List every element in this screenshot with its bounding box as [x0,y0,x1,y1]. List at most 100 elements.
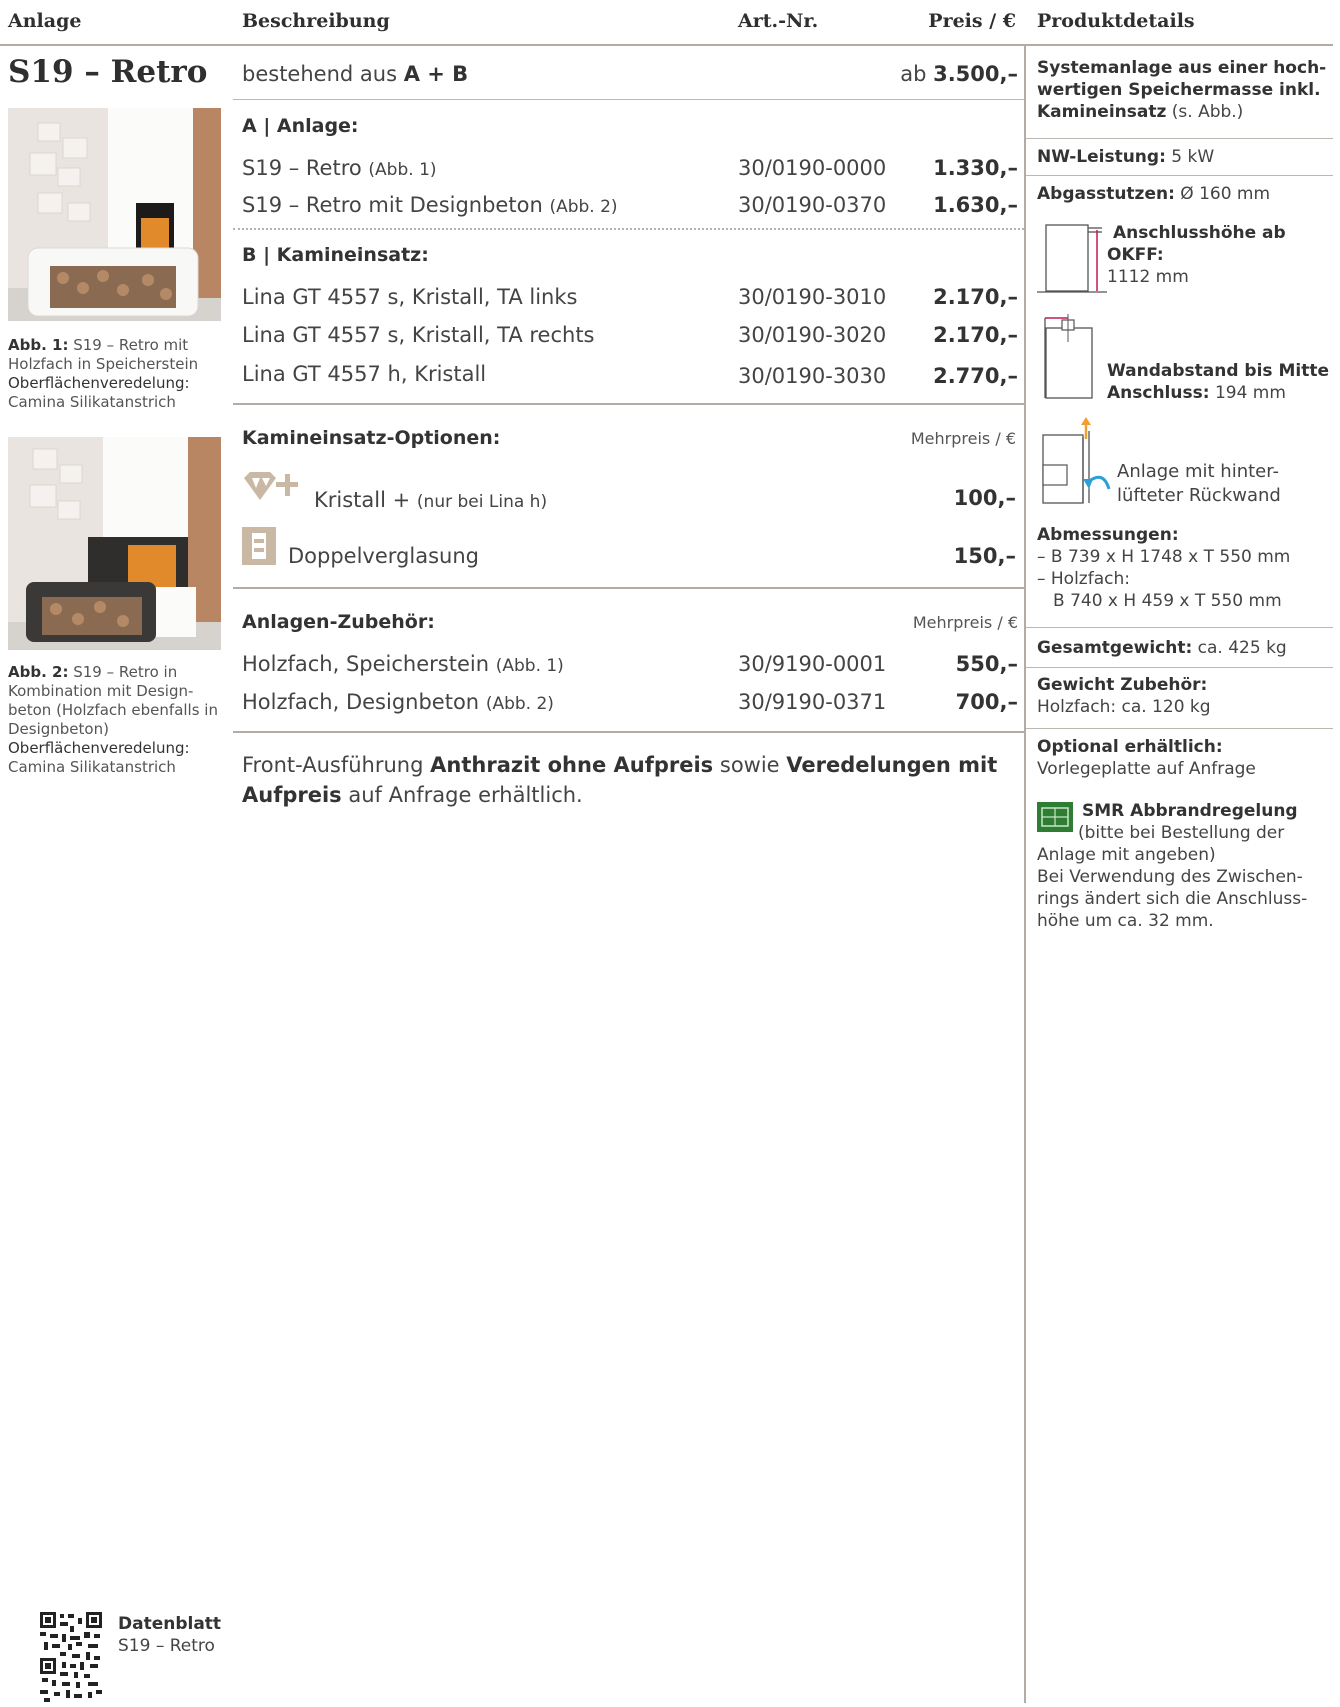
abm-label: Abmessungen: [1037,525,1179,545]
details-optional: Optional erhältlich: Vorlegeplatte auf A… [1037,736,1337,780]
consists-of: bestehend aus A + B [242,62,468,86]
row-b3-price: 2.770,– [933,364,1018,388]
datasheet-label: Datenblatt [118,1614,222,1634]
row-a2-note: (Abb. 2) [549,197,618,217]
row-a1-art: 30/0190-0000 [738,156,887,180]
row-a2-desc: S19 – Retro mit Designbeton (Abb. 2) [242,193,618,217]
zub-value: Holzfach: ca. 120 kg [1037,697,1211,717]
acc-row1-desc: Holzfach, Speicherstein (Abb. 1) [242,652,564,676]
total-price: ab 3.500,– [850,62,1018,86]
caption2-text2: Camina Silikatanstrich [8,758,176,776]
section-b-title: B | Kamineinsatz: [242,244,429,266]
product-photo-2 [8,437,221,650]
connection-height-icon [1037,218,1107,298]
gew-label: Gesamtgewicht: [1037,638,1193,658]
nw-value: 5 kW [1171,147,1215,167]
details-rule [1026,175,1333,176]
details-smr: SMR Abbrandregelung (bitte bei Bestellun… [1037,800,1337,932]
row-a1-price: 1.330,– [933,156,1018,180]
row-b1-price: 2.170,– [933,285,1018,309]
smr-label: SMR Abbrandregelung [1082,801,1298,821]
smr-line1: (bitte bei Bestellung der [1078,823,1285,843]
option-doppel-desc: Doppelverglasung [288,544,479,568]
footnote-t3: auf Anfrage erhältlich. [348,783,583,807]
accessories-mehrpreis: Mehrpreis / € [912,613,1018,632]
product-title: S19 – Retro [8,54,208,90]
acc-row2-price: 700,– [955,690,1018,714]
anschluss-label: Anschlusshöhe ab OKFF: [1107,223,1286,265]
caption2-label2: Oberflächenveredelung: [8,739,190,757]
footnote: Front-Ausführung Anthrazit ohne Aufpreis… [242,750,1022,810]
options-title: Kamineinsatz-Optionen: [242,427,501,449]
qr-code[interactable] [40,1612,102,1703]
smr-line2: Anlage mit angeben) [1037,845,1216,865]
wall-distance-icon [1037,312,1107,402]
caption2-label: Abb. 2: [8,663,69,681]
row-a1-note: (Abb. 1) [368,160,437,180]
options-mehrpreis: Mehrpreis / € [910,429,1016,448]
ventilated-wall-icon [1037,417,1117,507]
caption-abb2: Abb. 2: S19 – Retro in Kombination mit D… [8,663,222,777]
details-rule [1026,667,1333,668]
acc-row2-art: 30/9190-0371 [738,690,887,714]
acc-row2-text: Holzfach, Designbeton [242,690,480,714]
details-intro-bold3: Kamineinsatz [1037,102,1167,122]
row-a2-art: 30/0190-0370 [738,193,887,217]
wall-distance-info: Wandabstand bis Mitte Anschluss: 194 mm [1107,360,1337,404]
caption1-text2: Camina Silikatanstrich [8,393,176,411]
datasheet-name: S19 – Retro [118,1636,215,1656]
details-intro-bold1: Systemanlage aus einer hoch- [1037,58,1327,78]
header-rule [0,44,1333,46]
wand-value: 194 mm [1214,383,1286,403]
row-b1-desc: Lina GT 4557 s, Kristall, TA links [242,285,578,309]
option-doppel-price: 150,– [953,544,1016,568]
row-a2-text: S19 – Retro mit Designbeton [242,193,543,217]
datasheet-info: Datenblatt S19 – Retro [118,1613,221,1657]
zw-line3: höhe um ca. 32 mm. [1037,911,1214,931]
footnote-t2: sowie [719,753,780,777]
option-kristall-desc: Kristall + (nur bei Lina h) [314,488,547,512]
details-intro-text: (s. Abb.) [1171,102,1244,122]
price-total-value: 3.500,– [933,62,1018,86]
diamond-plus-icon [242,470,298,506]
abm-line3: B 740 x H 459 x T 550 mm [1053,591,1282,611]
dimensions: Abmessungen: – B 739 x H 1748 x T 550 mm… [1037,524,1337,612]
price-prefix: ab [900,62,927,86]
acc-row1-art: 30/9190-0001 [738,652,887,676]
row-a1-desc: S19 – Retro (Abb. 1) [242,156,437,180]
product-photo-1 [8,108,221,321]
acc-row1-note: (Abb. 1) [495,656,564,676]
caption1-label2: Oberflächenveredelung: [8,374,190,392]
consists-prefix: bestehend aus [242,62,398,86]
row-a2-price: 1.630,– [933,193,1018,217]
anschluss-info: Anschlusshöhe ab OKFF: 1112 mm [1107,222,1337,288]
details-abgas: Abgasstutzen: Ø 160 mm [1037,183,1270,205]
acc-row2-note: (Abb. 2) [485,694,554,714]
option-kristall-text: Kristall + [314,488,411,512]
dotted-separator [233,228,1024,230]
details-rule [1026,728,1333,729]
header-produktdetails: Produktdetails [1037,10,1195,32]
double-glazing-icon [242,527,276,565]
gew-value: ca. 425 kg [1197,638,1287,658]
acc-row1-text: Holzfach, Speicherstein [242,652,490,676]
acc-row2-desc: Holzfach, Designbeton (Abb. 2) [242,690,554,714]
zub-label: Gewicht Zubehör: [1037,675,1208,695]
nw-label: NW-Leistung: [1037,147,1166,167]
footnote-t1: Front-Ausführung [242,753,424,777]
details-nw: NW-Leistung: 5 kW [1037,146,1214,168]
details-rule [1026,627,1333,628]
header-preis: Preis / € [928,10,1016,32]
row-b2-art: 30/0190-3020 [738,323,887,347]
consists-bold: A + B [403,62,469,86]
row-b2-desc: Lina GT 4557 s, Kristall, TA rechts [242,323,595,347]
ventilated-info: Anlage mit hinter- lüfteter Rückwand [1117,460,1337,508]
zw-line2: rings ändert sich die Anschluss- [1037,889,1308,909]
hinter-line2: lüfteter Rückwand [1117,485,1281,506]
caption1-label: Abb. 1: [8,336,69,354]
section-rule [233,731,1024,733]
opt-value: Vorlegeplatte auf Anfrage [1037,759,1256,779]
row-b2-price: 2.170,– [933,323,1018,347]
abgas-value: Ø 160 mm [1180,184,1271,204]
header-anlage: Anlage [8,10,82,32]
